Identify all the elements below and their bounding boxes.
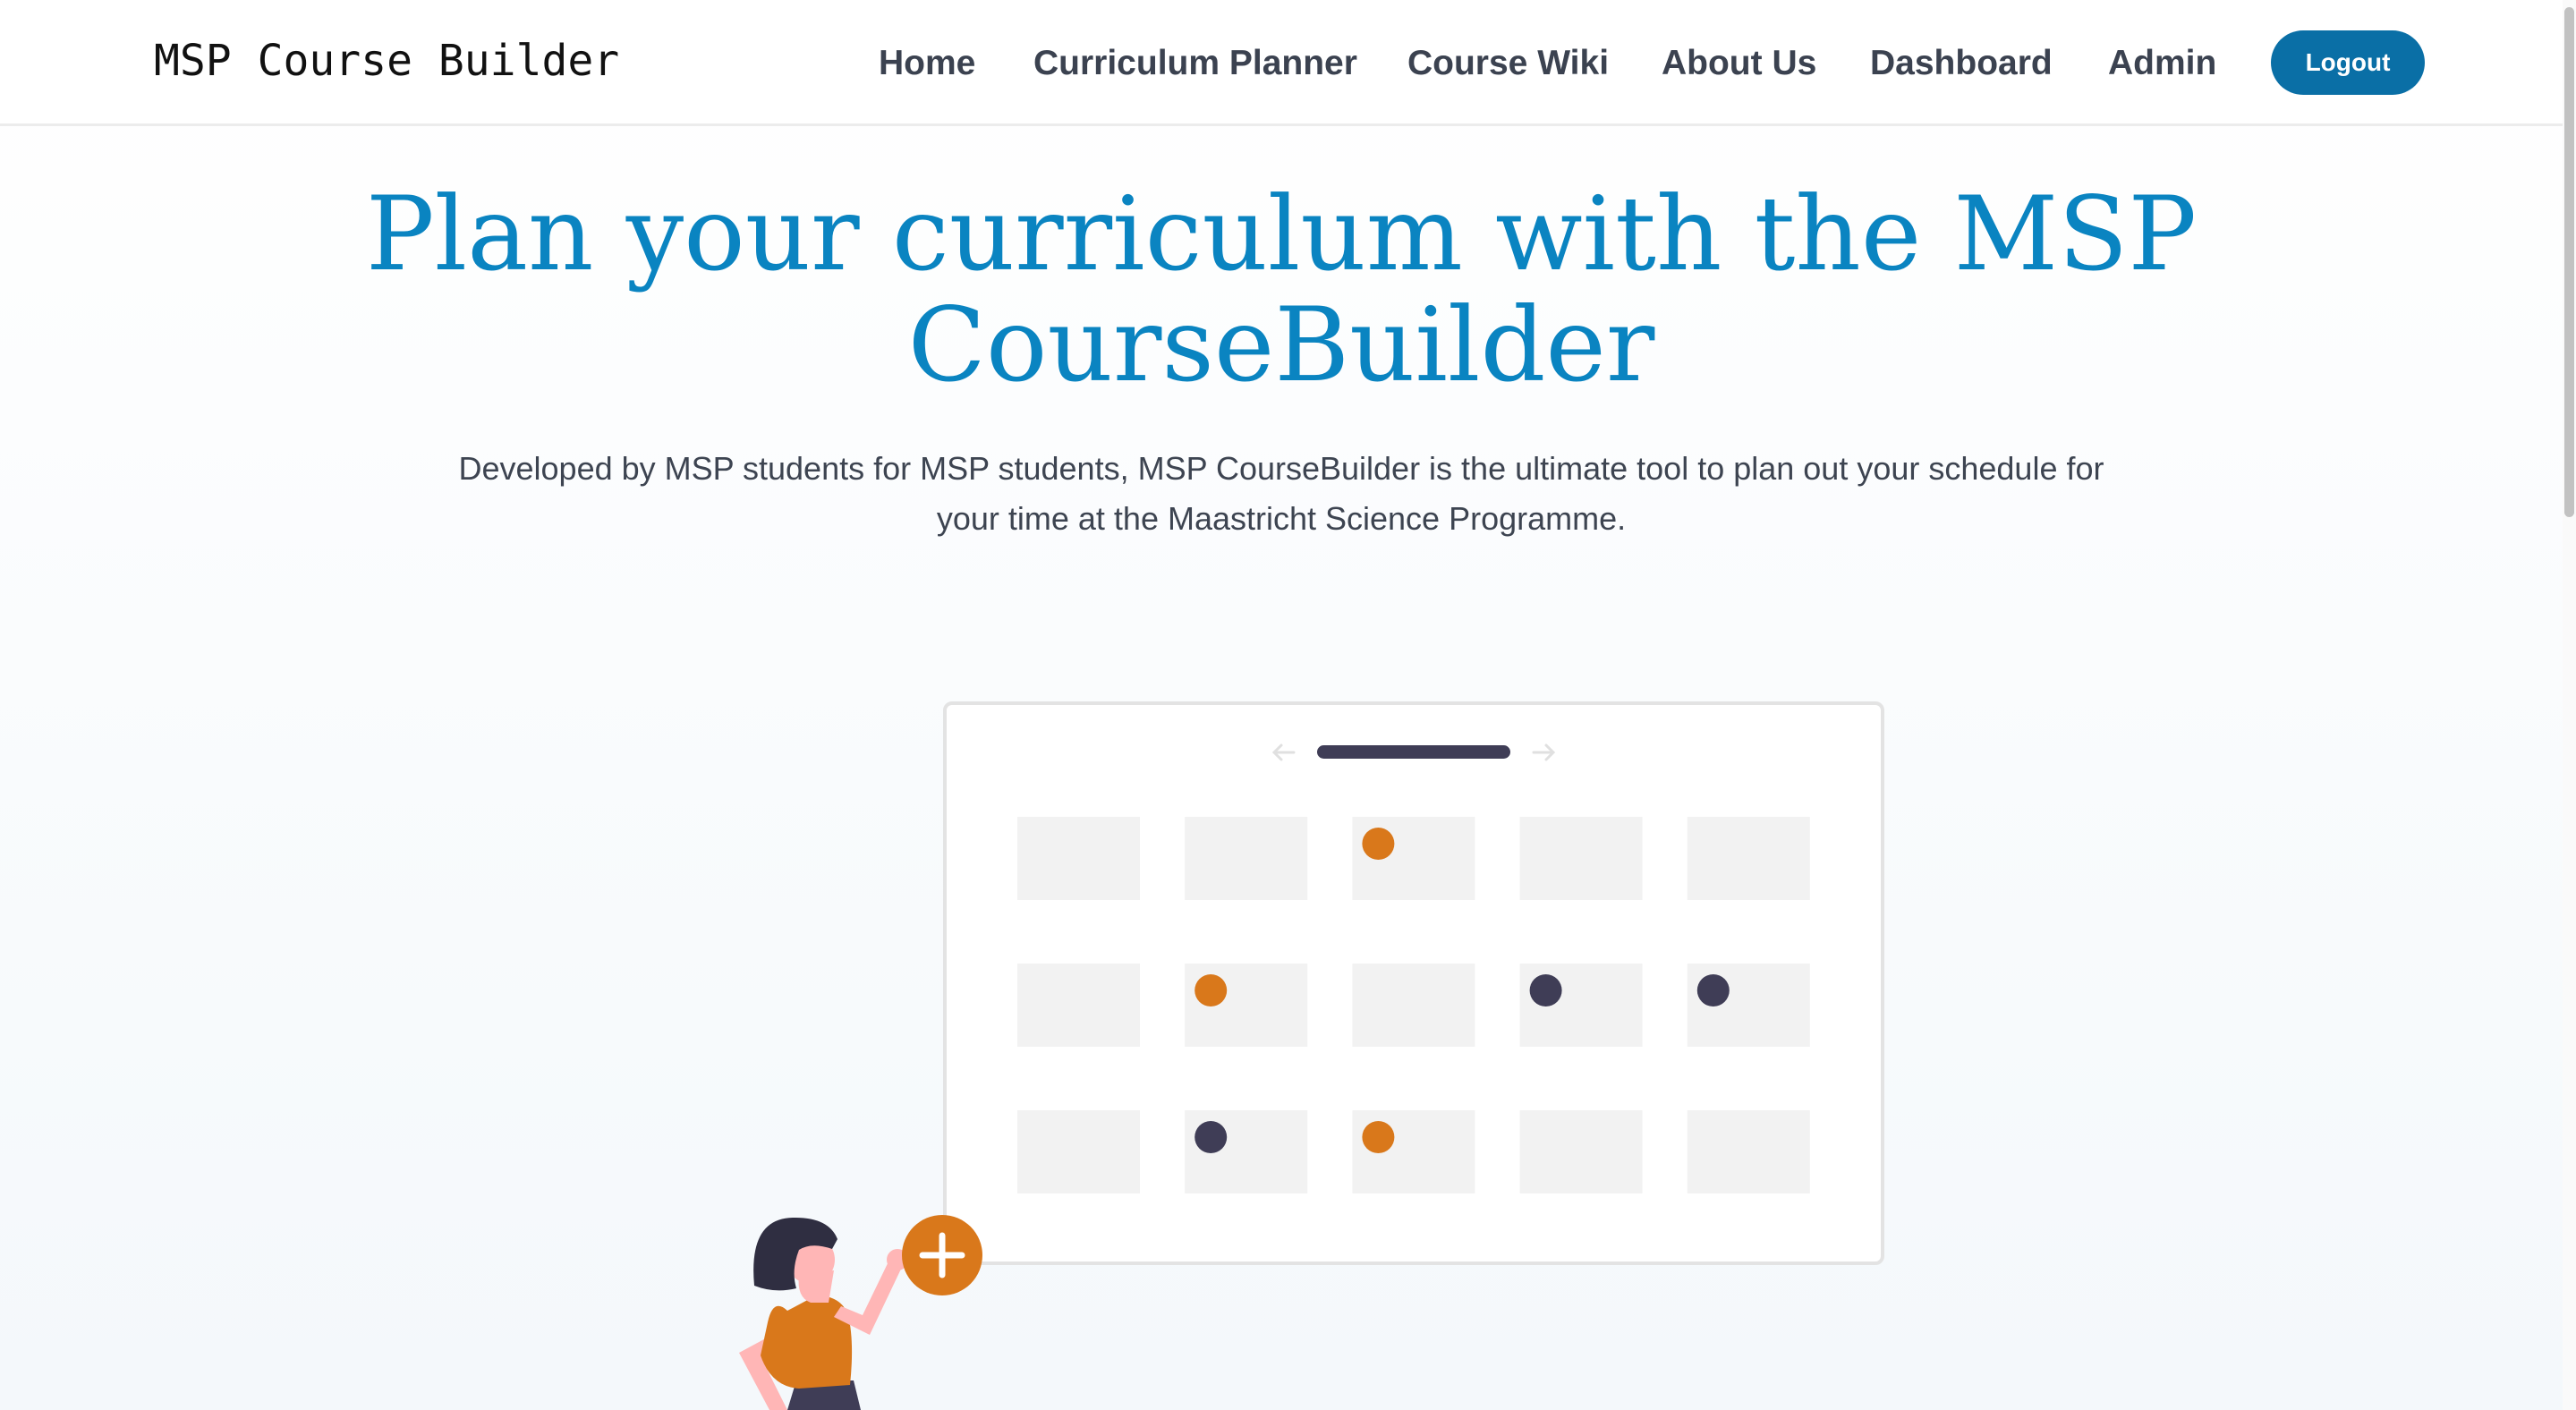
- plus-icon[interactable]: [902, 1215, 982, 1295]
- calendar-cell: [1185, 1110, 1308, 1193]
- calendar-cell: [1687, 1110, 1810, 1193]
- calendar-cell: [1017, 964, 1140, 1047]
- calendar-cell: [1687, 964, 1810, 1047]
- calendar-event-dot: [1529, 974, 1562, 1007]
- calendar-event-dot: [1194, 1121, 1228, 1153]
- person-shirt: [761, 1295, 853, 1389]
- calendar-event-dot: [1362, 828, 1395, 860]
- calendar-cell: [1687, 817, 1810, 900]
- calendar-cell: [1185, 817, 1308, 900]
- calendar-event-dot: [1194, 974, 1228, 1007]
- calendar-event-dot: [1696, 974, 1730, 1007]
- scrollbar-thumb[interactable]: [2564, 7, 2574, 517]
- calendar-cell: [1519, 964, 1643, 1047]
- calendar-cell: [1352, 817, 1475, 900]
- calendar-cell: [1519, 817, 1643, 900]
- calendar-cell: [1017, 1110, 1140, 1193]
- person-figure: [739, 1217, 908, 1410]
- calendar-grid: [1017, 817, 1810, 1193]
- calendar-cell: [1519, 1110, 1643, 1193]
- calendar-cell: [1017, 817, 1140, 900]
- calendar-cell: [1352, 964, 1475, 1047]
- calendar-cell: [1352, 1110, 1475, 1193]
- calendar-illustration: [739, 701, 1884, 1410]
- calendar-event-dot: [1362, 1121, 1395, 1153]
- calendar-month-bar: [1317, 745, 1510, 759]
- calendar-cell: [1185, 964, 1308, 1047]
